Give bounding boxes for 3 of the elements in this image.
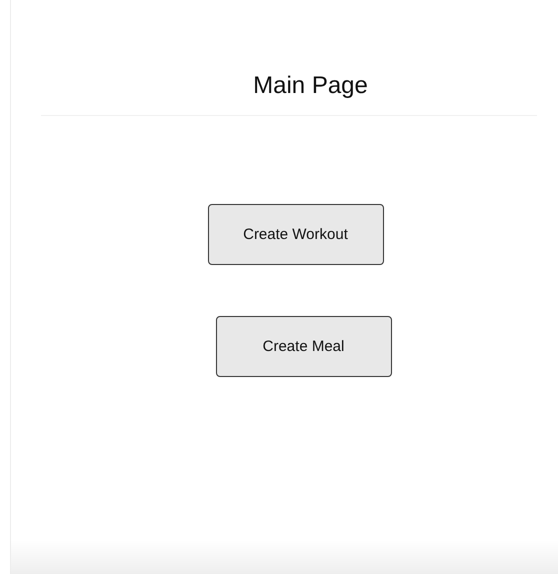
create-button[interactable]: Create Meal	[216, 316, 392, 377]
create-button[interactable]: Create Workout	[208, 204, 384, 265]
page-title: Main Page	[252, 71, 368, 101]
